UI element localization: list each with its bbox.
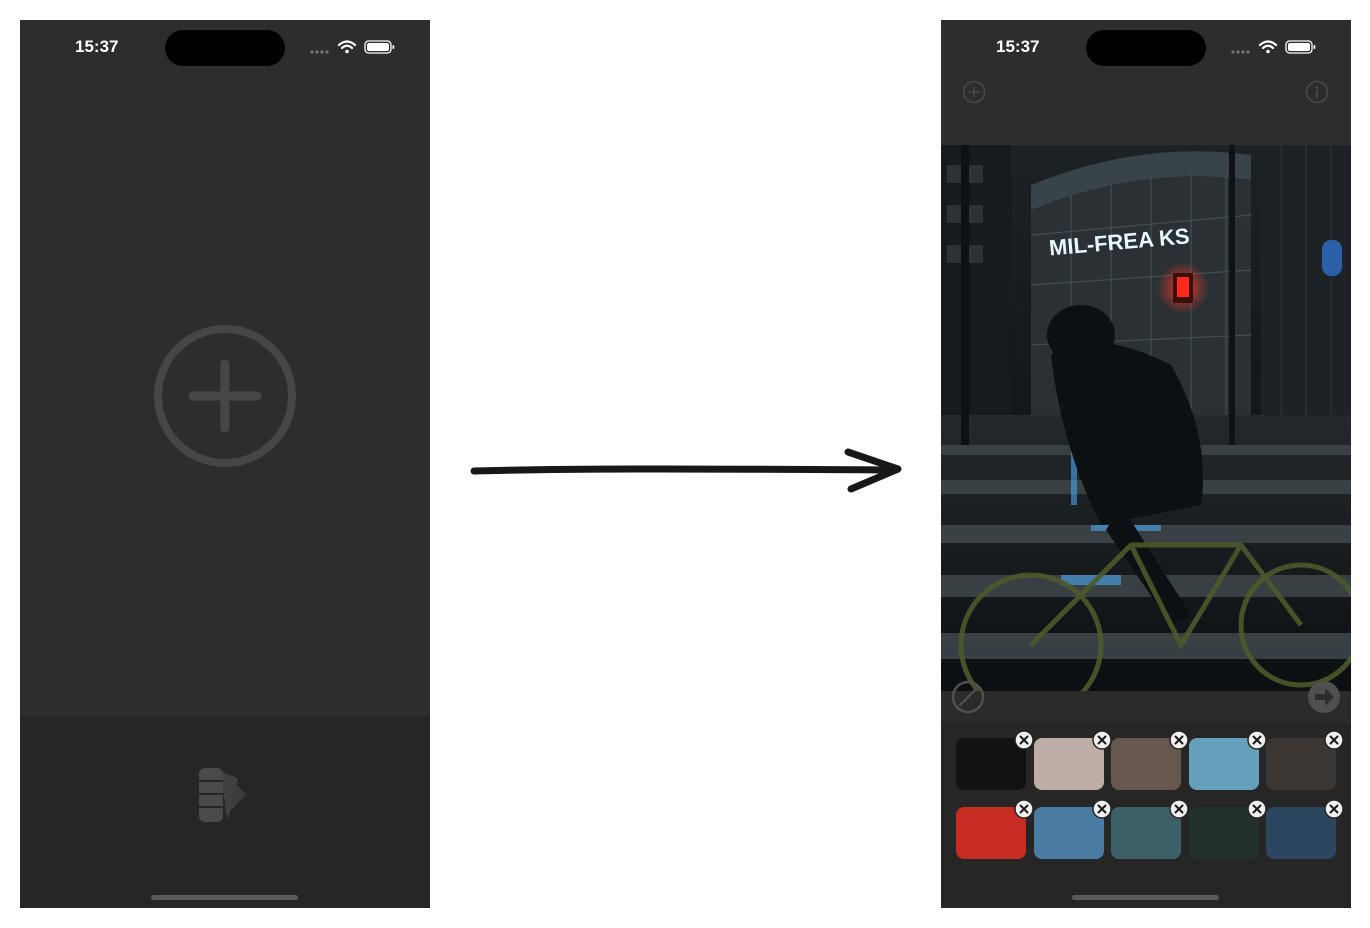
remove-swatch-button[interactable] — [1091, 799, 1112, 819]
remove-swatch-button[interactable] — [1324, 799, 1344, 819]
close-circle-icon — [1091, 730, 1112, 750]
transition-arrow — [468, 440, 908, 500]
remove-swatch-button[interactable] — [1091, 730, 1112, 750]
status-icons — [310, 39, 400, 55]
signal-icon — [1231, 50, 1250, 54]
status-time: 15:37 — [75, 37, 119, 56]
wifi-icon — [337, 40, 357, 54]
arrow-right-icon — [1308, 681, 1340, 713]
dynamic-island — [1086, 30, 1206, 66]
battery-icon — [364, 40, 395, 54]
signal-icon — [310, 50, 329, 54]
close-circle-icon — [1014, 799, 1034, 819]
add-photo-button[interactable] — [151, 322, 299, 470]
close-circle-icon — [1169, 730, 1189, 750]
close-circle-icon — [1324, 799, 1344, 819]
status-icons — [1231, 39, 1321, 55]
before-screen: 15:37 — [20, 20, 430, 908]
clear-button[interactable] — [950, 679, 986, 715]
remove-swatch-button[interactable] — [1014, 799, 1034, 819]
tab-bar — [20, 716, 430, 908]
status-time: 15:37 — [996, 37, 1040, 56]
remove-swatch-button[interactable] — [1014, 730, 1034, 750]
battery-icon — [1285, 40, 1316, 54]
palette-panel — [941, 723, 1351, 908]
after-screen: 15:37 MIL-FREA KS — [941, 20, 1351, 908]
selected-photo[interactable]: MIL-FREA KS — [941, 145, 1351, 691]
remove-swatch-button[interactable] — [1169, 799, 1189, 819]
home-indicator[interactable] — [151, 895, 298, 900]
close-circle-icon — [1091, 799, 1112, 819]
dynamic-island — [165, 30, 285, 66]
hand-drawn-arrow-icon — [470, 448, 902, 493]
home-indicator[interactable] — [1072, 895, 1219, 900]
close-circle-icon — [1014, 730, 1034, 750]
info-icon — [1305, 80, 1329, 104]
photo-controls-bar — [941, 691, 1351, 723]
remove-swatch-button[interactable] — [1246, 730, 1267, 750]
photo-night-street-cyclist: MIL-FREA KS — [941, 145, 1351, 691]
close-circle-icon — [1169, 799, 1189, 819]
remove-swatch-button[interactable] — [1169, 730, 1189, 750]
color-palette-icon — [199, 768, 246, 822]
close-circle-icon — [1246, 799, 1267, 819]
close-circle-icon — [1246, 730, 1267, 750]
clear-slash-icon — [951, 680, 985, 714]
add-circle-icon — [154, 325, 296, 467]
add-button[interactable] — [962, 80, 986, 104]
add-circle-icon — [962, 80, 986, 104]
remove-swatch-button[interactable] — [1324, 730, 1344, 750]
remove-swatch-button[interactable] — [1246, 799, 1267, 819]
wifi-icon — [1258, 40, 1278, 54]
info-button[interactable] — [1305, 80, 1329, 104]
close-circle-icon — [1324, 730, 1344, 750]
palette-tab[interactable] — [195, 764, 255, 824]
next-button[interactable] — [1306, 679, 1342, 715]
